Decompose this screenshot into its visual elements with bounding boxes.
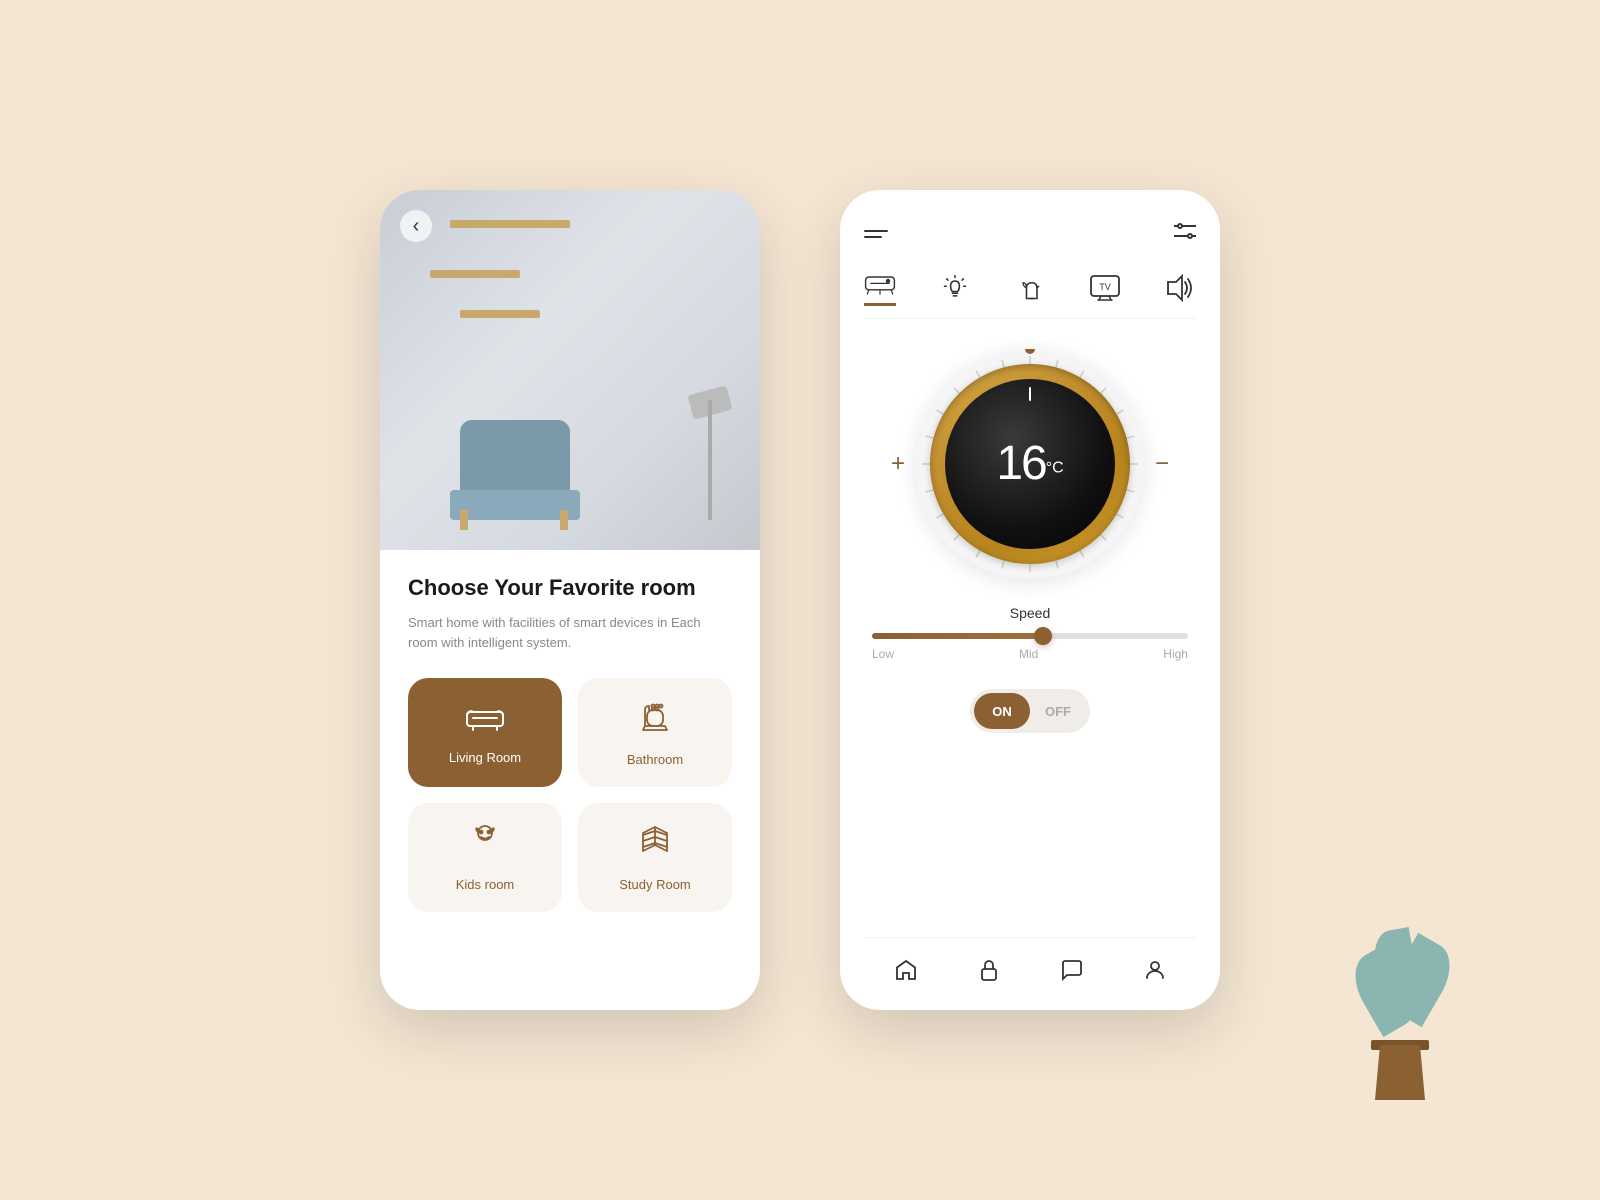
svg-text:TV: TV xyxy=(1099,282,1111,292)
speed-low: Low xyxy=(872,647,894,661)
filter-button[interactable] xyxy=(1174,220,1196,247)
living-room-icon xyxy=(465,700,505,740)
speed-slider-thumb[interactable] xyxy=(1034,627,1052,645)
bathroom-icon xyxy=(637,698,673,742)
lamp-pole xyxy=(708,400,712,520)
person-icon xyxy=(1143,958,1167,982)
lamp-decoration xyxy=(690,390,730,520)
study-room-icon xyxy=(637,823,673,867)
speed-mid: Mid xyxy=(1019,647,1038,661)
light-icon xyxy=(939,274,971,302)
tv-icon: TV xyxy=(1089,274,1121,302)
thermostat-dial[interactable]: 16°C xyxy=(915,349,1145,579)
hamburger-line-2 xyxy=(864,236,882,238)
temperature-display: 16°C xyxy=(996,440,1063,488)
shelf-3 xyxy=(460,310,540,318)
bathroom-label: Bathroom xyxy=(627,752,683,767)
room-image: ‹ xyxy=(380,190,760,550)
device-tab-ac[interactable] xyxy=(864,271,896,306)
temperature-unit: °C xyxy=(1046,460,1064,477)
room-item-kids-room[interactable]: Kids room xyxy=(408,803,562,912)
dial-gold-ring: 16°C xyxy=(930,364,1130,564)
right-phone: TV + xyxy=(840,190,1220,1010)
chair-leg-left xyxy=(460,510,468,530)
page-subtitle: Smart home with facilities of smart devi… xyxy=(408,613,732,655)
device-tab-light[interactable] xyxy=(939,274,971,306)
device-tabs: TV xyxy=(864,271,1196,319)
power-off-state: OFF xyxy=(1030,693,1086,729)
temp-increase-button[interactable]: + xyxy=(881,440,915,488)
menu-button[interactable] xyxy=(864,230,888,238)
shelf-decoration xyxy=(430,220,610,350)
right-header xyxy=(864,220,1196,247)
shelf-2 xyxy=(430,270,520,278)
nav-lock[interactable] xyxy=(961,954,1017,986)
dial-outer-ring: 16°C xyxy=(915,349,1145,579)
plant-icon xyxy=(1014,274,1046,302)
home-icon xyxy=(894,958,918,982)
speaker-icon xyxy=(1164,274,1196,302)
speed-labels: Low Mid High xyxy=(864,647,1196,661)
hamburger-line-1 xyxy=(864,230,888,232)
speed-slider-track[interactable] xyxy=(872,633,1188,639)
left-phone-content: Choose Your Favorite room Smart home wit… xyxy=(380,550,760,1010)
plant-decoration xyxy=(1340,900,1460,1100)
speed-section: Speed Low Mid High xyxy=(864,605,1196,661)
ac-icon xyxy=(864,271,896,299)
device-tab-tv[interactable]: TV xyxy=(1089,274,1121,306)
kids-room-label: Kids room xyxy=(456,877,515,892)
speed-label: Speed xyxy=(864,605,1196,621)
left-phone: ‹ Choose Your Favorite room Smart home w… xyxy=(380,190,760,1010)
power-on-state: ON xyxy=(974,693,1030,729)
room-item-bathroom[interactable]: Bathroom xyxy=(578,678,732,787)
plant-pot xyxy=(1375,1045,1425,1100)
shelf-1 xyxy=(450,220,570,228)
nav-profile[interactable] xyxy=(1127,954,1183,986)
study-room-label: Study Room xyxy=(619,877,691,892)
app-container: ‹ Choose Your Favorite room Smart home w… xyxy=(0,0,1600,1200)
temperature-value: 16 xyxy=(996,437,1045,490)
lock-icon xyxy=(977,958,1001,982)
device-tab-speaker[interactable] xyxy=(1164,274,1196,306)
room-item-living-room[interactable]: Living Room xyxy=(408,678,562,787)
back-button[interactable]: ‹ xyxy=(400,210,432,242)
living-room-label: Living Room xyxy=(449,750,521,765)
nav-chat[interactable] xyxy=(1044,954,1100,986)
chair-body xyxy=(460,420,570,500)
room-item-study-room[interactable]: Study Room xyxy=(578,803,732,912)
dial-indicator xyxy=(1029,387,1031,401)
toggle-section: ON OFF xyxy=(864,689,1196,733)
device-tab-plant[interactable] xyxy=(1014,274,1046,306)
speed-slider-fill xyxy=(872,633,1046,639)
speed-high: High xyxy=(1163,647,1188,661)
chair-decoration xyxy=(440,370,600,530)
dial-black-face: 16°C xyxy=(945,379,1115,549)
chat-icon xyxy=(1060,958,1084,982)
nav-home[interactable] xyxy=(878,954,934,986)
thermostat-section: + xyxy=(864,349,1196,579)
power-toggle[interactable]: ON OFF xyxy=(970,689,1090,733)
temp-decrease-button[interactable]: − xyxy=(1145,440,1179,488)
room-grid: Living Room xyxy=(408,678,732,912)
kids-room-icon xyxy=(467,823,503,867)
page-title: Choose Your Favorite room xyxy=(408,574,732,603)
room-bg xyxy=(380,190,760,550)
chair-leg-right xyxy=(560,510,568,530)
bottom-nav xyxy=(864,937,1196,986)
